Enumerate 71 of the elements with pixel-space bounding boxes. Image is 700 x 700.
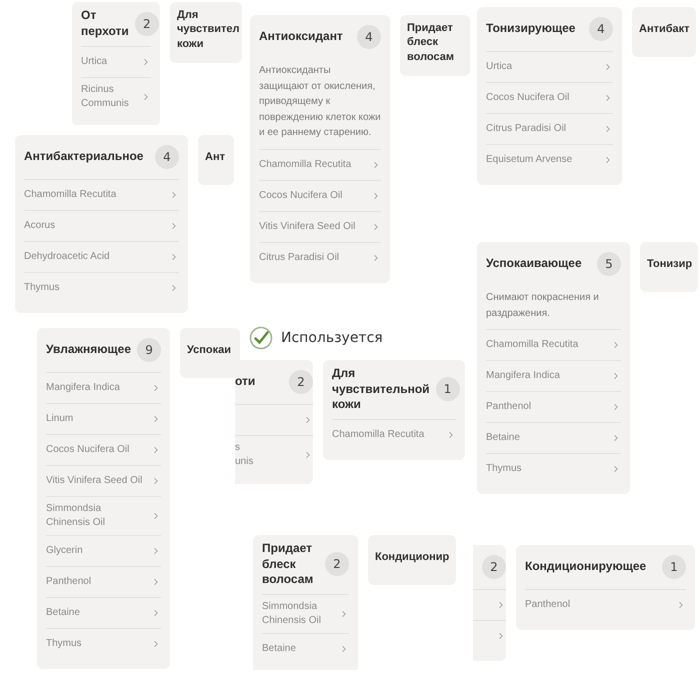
ingredient-row[interactable]: Citrus Paradisi Oil <box>259 242 381 272</box>
category-title: Для чувствительной кожи <box>332 366 430 413</box>
ingredient-row[interactable]: Acorus <box>24 210 179 241</box>
count-badge: 2 <box>134 12 159 36</box>
ingredient-row[interactable]: Urtica <box>486 51 613 82</box>
ingredient-row[interactable]: Chamomilla Recutita <box>24 179 179 210</box>
category-card[interactable]: Придает блеск волосам <box>400 15 470 76</box>
category-title: От перхоти <box>81 8 129 40</box>
ingredient-row[interactable]: Thymus <box>486 453 621 484</box>
count-badge: 4 <box>357 25 381 49</box>
ingredient-row[interactable]: Panthenol <box>46 566 161 597</box>
category-title: Тонизир <box>647 256 692 272</box>
category-title: Придает блеск волосам <box>262 541 314 588</box>
ingredient-row[interactable]: Chamomilla Recutita <box>332 418 456 450</box>
category-title: Успокаи <box>187 342 232 358</box>
ingredient-row[interactable]: Betaine <box>262 632 349 664</box>
category-title: Антиоксидант <box>259 29 343 45</box>
category-title: Ант <box>205 150 225 164</box>
ingredient-row[interactable]: Vitis Vinifera Seed Oil <box>259 210 381 242</box>
category-card[interactable]: Успокаи <box>180 328 240 378</box>
ingredient-row[interactable]: Panthenol <box>486 391 621 422</box>
ingredient-row[interactable]: Vitis Vinifera Seed Oil <box>46 465 161 496</box>
ingredient-row[interactable]: Betaine <box>46 597 161 628</box>
category-title: Кондиционирующее <box>525 559 646 575</box>
category-title: Тонизирующее <box>486 21 576 37</box>
category-title: Придает блеск волосам <box>407 21 455 64</box>
category-title: Увлажняющее <box>46 342 132 358</box>
category-card[interactable]: Тонизир <box>640 242 698 292</box>
ingredient-row[interactable]: Cocos Nucifera Oil <box>46 434 161 465</box>
category-title: Для чувствител кожи <box>177 8 240 51</box>
ingredient-row[interactable]: Cocos Nucifera Oil <box>486 82 613 113</box>
category-title: Кондиционир <box>375 550 450 564</box>
count-badge: 5 <box>597 252 621 276</box>
count-badge: 4 <box>589 17 613 41</box>
section-heading: Используется <box>281 330 383 346</box>
category-card[interactable]: Ант <box>198 135 234 185</box>
check-circle-icon <box>249 326 273 350</box>
ingredient-row[interactable]: Chamomilla Recutita <box>259 148 381 180</box>
ingredient-row[interactable]: Mangifera Indica <box>486 360 621 391</box>
ingredient-row[interactable]: s unis <box>235 435 313 474</box>
category-card[interactable]: Антибакт <box>632 7 696 57</box>
category-description: Антиоксиданты защищают от окисления, приводящему к повреждению клеток кожи и ее раннему старению. <box>259 64 381 140</box>
ingredient-row[interactable]: Panthenol <box>525 589 686 620</box>
count-badge: 2 <box>325 552 349 576</box>
count-badge: 1 <box>436 377 460 402</box>
ingredient-row[interactable]: Mangifera Indica <box>46 372 161 403</box>
ingredient-row[interactable]: Ricinus Communis <box>81 77 151 116</box>
ingredient-row[interactable]: Thymus <box>46 628 161 659</box>
ingredient-row[interactable]: Dehydroacetic Acid <box>24 241 179 272</box>
ingredient-row[interactable]: Equisetum Arvense <box>486 144 613 175</box>
category-description: Снимают покраснения и раздражения. <box>486 291 600 320</box>
count-badge: 4 <box>155 145 179 169</box>
count-badge: 1 <box>662 555 686 579</box>
count-badge: 2 <box>289 370 313 394</box>
ingredient-row[interactable]: Simmondsia Chinensis Oil <box>46 496 161 535</box>
ingredient-row[interactable]: Glycerin <box>46 535 161 566</box>
ingredient-row[interactable]: Cocos Nucifera Oil <box>259 180 381 210</box>
count-badge: 9 <box>137 338 162 362</box>
ingredient-row[interactable]: Thymus <box>24 272 179 303</box>
ingredient-row[interactable]: Chamomilla Recutita <box>486 329 621 360</box>
category-title: Антибактериальное <box>24 149 144 165</box>
category-title: Антибакт <box>639 22 690 36</box>
ingredient-row[interactable]: Citrus Paradisi Oil <box>486 113 613 144</box>
ingredient-row[interactable]: Simmondsia Chinensis Oil <box>262 594 349 633</box>
ingredient-row[interactable]: Betaine <box>486 422 621 453</box>
category-card[interactable]: Для чувствител кожи <box>170 2 242 63</box>
category-title: Успокаивающее <box>486 256 582 272</box>
count-badge: 2 <box>482 555 506 579</box>
ingredient-row[interactable]: Urtica <box>81 46 151 77</box>
ingredient-row[interactable]: Linum <box>46 403 161 434</box>
category-card[interactable]: Кондиционир <box>368 535 456 585</box>
